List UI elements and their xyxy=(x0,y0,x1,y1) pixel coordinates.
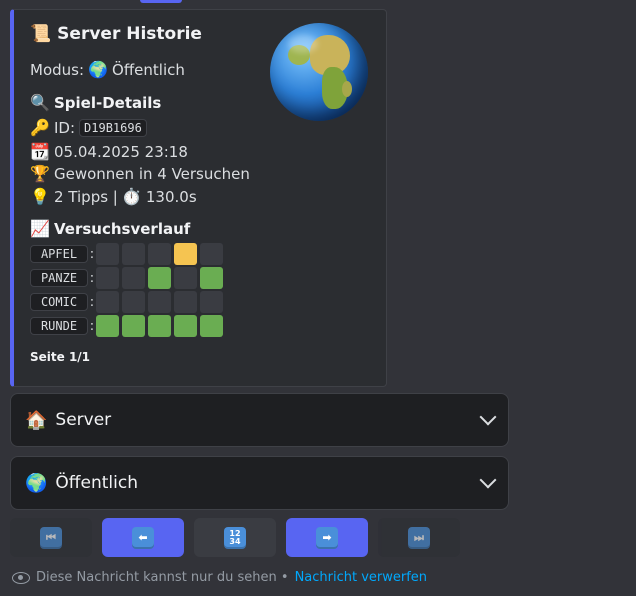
letter-cell-empty xyxy=(122,243,145,265)
result-line: 🏆 Gewonnen in 4 Versuchen xyxy=(30,164,250,183)
guess-separator: : xyxy=(89,318,95,334)
id-line: 🔑 ID: D19B1696 xyxy=(30,118,147,137)
embed-title: 📜 Server Historie xyxy=(30,24,202,44)
first-page-button[interactable]: ⏮ xyxy=(10,518,92,557)
letter-cell-empty xyxy=(148,291,171,313)
top-accent-strip xyxy=(140,0,182,3)
guess-cells xyxy=(96,267,223,289)
guess-cells xyxy=(96,291,223,313)
history-embed: 📜 Server Historie Modus: 🌍 Öffentlich 🔍 … xyxy=(10,9,387,387)
mode-line: Modus: 🌍 Öffentlich xyxy=(30,60,185,79)
lightbulb-icon: 💡 xyxy=(30,187,50,206)
page-indicator: Seite 1/1 xyxy=(30,350,91,364)
mode-select[interactable]: 🌍 Öffentlich xyxy=(10,456,509,510)
tips-line: 💡 2 Tipps | ⏱️ 130.0s xyxy=(30,187,197,206)
time-value: 130.0s xyxy=(145,187,197,206)
guess-cells xyxy=(96,243,223,265)
tips-value: 2 Tipps | xyxy=(54,187,118,206)
letter-cell-empty xyxy=(122,291,145,313)
chevron-down-icon xyxy=(479,408,497,426)
numbers-icon-bottom: 34 xyxy=(229,536,241,546)
details-heading-text: Spiel-Details xyxy=(54,93,162,112)
trophy-icon: 🏆 xyxy=(30,164,50,183)
result-value: Gewonnen in 4 Versuchen xyxy=(54,164,250,183)
globe-thumbnail xyxy=(270,23,368,121)
letter-cell-empty xyxy=(200,291,223,313)
letter-cell-green xyxy=(148,267,171,289)
letter-cell-empty xyxy=(96,291,119,313)
letter-cell-green xyxy=(200,315,223,337)
stopwatch-icon: ⏱️ xyxy=(121,187,142,206)
letter-cell-empty xyxy=(174,267,197,289)
chart-increasing-icon: 📈 xyxy=(30,219,50,238)
mode-value: Öffentlich xyxy=(112,60,185,79)
last-page-button[interactable]: ⏭ xyxy=(378,518,460,557)
guess-word: PANZE xyxy=(30,269,88,287)
guess-row: PANZE: xyxy=(30,267,223,289)
guess-separator: : xyxy=(89,246,95,262)
guess-row: RUNDE: xyxy=(30,315,223,337)
letter-cell-green xyxy=(174,315,197,337)
previous-page-button[interactable]: ⬅ xyxy=(102,518,184,557)
ephemeral-footer: Diese Nachricht kannst nur du sehen • Na… xyxy=(12,570,427,585)
guess-separator: : xyxy=(89,270,95,286)
numbers-icon: 12 34 xyxy=(224,526,246,549)
next-page-button[interactable]: ➡ xyxy=(286,518,368,557)
magnifier-icon: 🔍 xyxy=(30,93,50,112)
page-select-button[interactable]: 12 34 xyxy=(194,518,276,557)
letter-cell-yellow xyxy=(174,243,197,265)
letter-cell-empty xyxy=(96,267,119,289)
id-code: D19B1696 xyxy=(79,118,147,137)
house-icon: 🏠 xyxy=(25,409,48,431)
arrow-left-icon: ⬅ xyxy=(132,526,154,549)
chevron-down-icon xyxy=(479,471,497,489)
letter-cell-empty xyxy=(200,243,223,265)
guess-word: COMIC xyxy=(30,293,88,311)
embed-title-text: Server Historie xyxy=(57,24,202,44)
date-value: 05.04.2025 23:18 xyxy=(54,142,188,161)
details-heading: 🔍 Spiel-Details xyxy=(30,93,161,112)
letter-cell-green xyxy=(148,315,171,337)
letter-cell-green xyxy=(122,315,145,337)
calendar-icon: 📆 xyxy=(30,142,50,161)
letter-cell-empty xyxy=(174,291,197,313)
last-page-icon: ⏭ xyxy=(408,526,430,549)
globe-icon: 🌍 xyxy=(88,60,108,79)
scroll-icon: 📜 xyxy=(30,24,52,44)
eye-icon xyxy=(12,571,30,584)
guess-row: COMIC: xyxy=(30,291,223,313)
history-heading: 📈 Versuchsverlauf xyxy=(30,219,190,238)
guess-cells xyxy=(96,315,223,337)
dismiss-message-link[interactable]: Nachricht verwerfen xyxy=(295,570,427,585)
globe-icon: 🌍 xyxy=(25,472,48,494)
guess-word: APFEL xyxy=(30,245,88,263)
guess-word: RUNDE xyxy=(30,317,88,335)
letter-cell-empty xyxy=(148,243,171,265)
letter-cell-green xyxy=(96,315,119,337)
history-heading-text: Versuchsverlauf xyxy=(54,219,191,238)
letter-cell-empty xyxy=(96,243,119,265)
server-select-label: Server xyxy=(55,410,112,430)
key-icon: 🔑 xyxy=(30,118,50,137)
mode-label: Modus: xyxy=(30,60,85,79)
date-line: 📆 05.04.2025 23:18 xyxy=(30,142,188,161)
mode-select-label: Öffentlich xyxy=(55,473,138,493)
guess-row: APFEL: xyxy=(30,243,223,265)
letter-cell-empty xyxy=(122,267,145,289)
arrow-right-icon: ➡ xyxy=(316,526,338,549)
guess-separator: : xyxy=(89,294,95,310)
server-select[interactable]: 🏠 Server xyxy=(10,393,509,447)
letter-cell-green xyxy=(200,267,223,289)
ephemeral-note: Diese Nachricht kannst nur du sehen • xyxy=(36,570,289,585)
first-page-icon: ⏮ xyxy=(40,526,62,549)
id-label: ID: xyxy=(54,118,76,137)
